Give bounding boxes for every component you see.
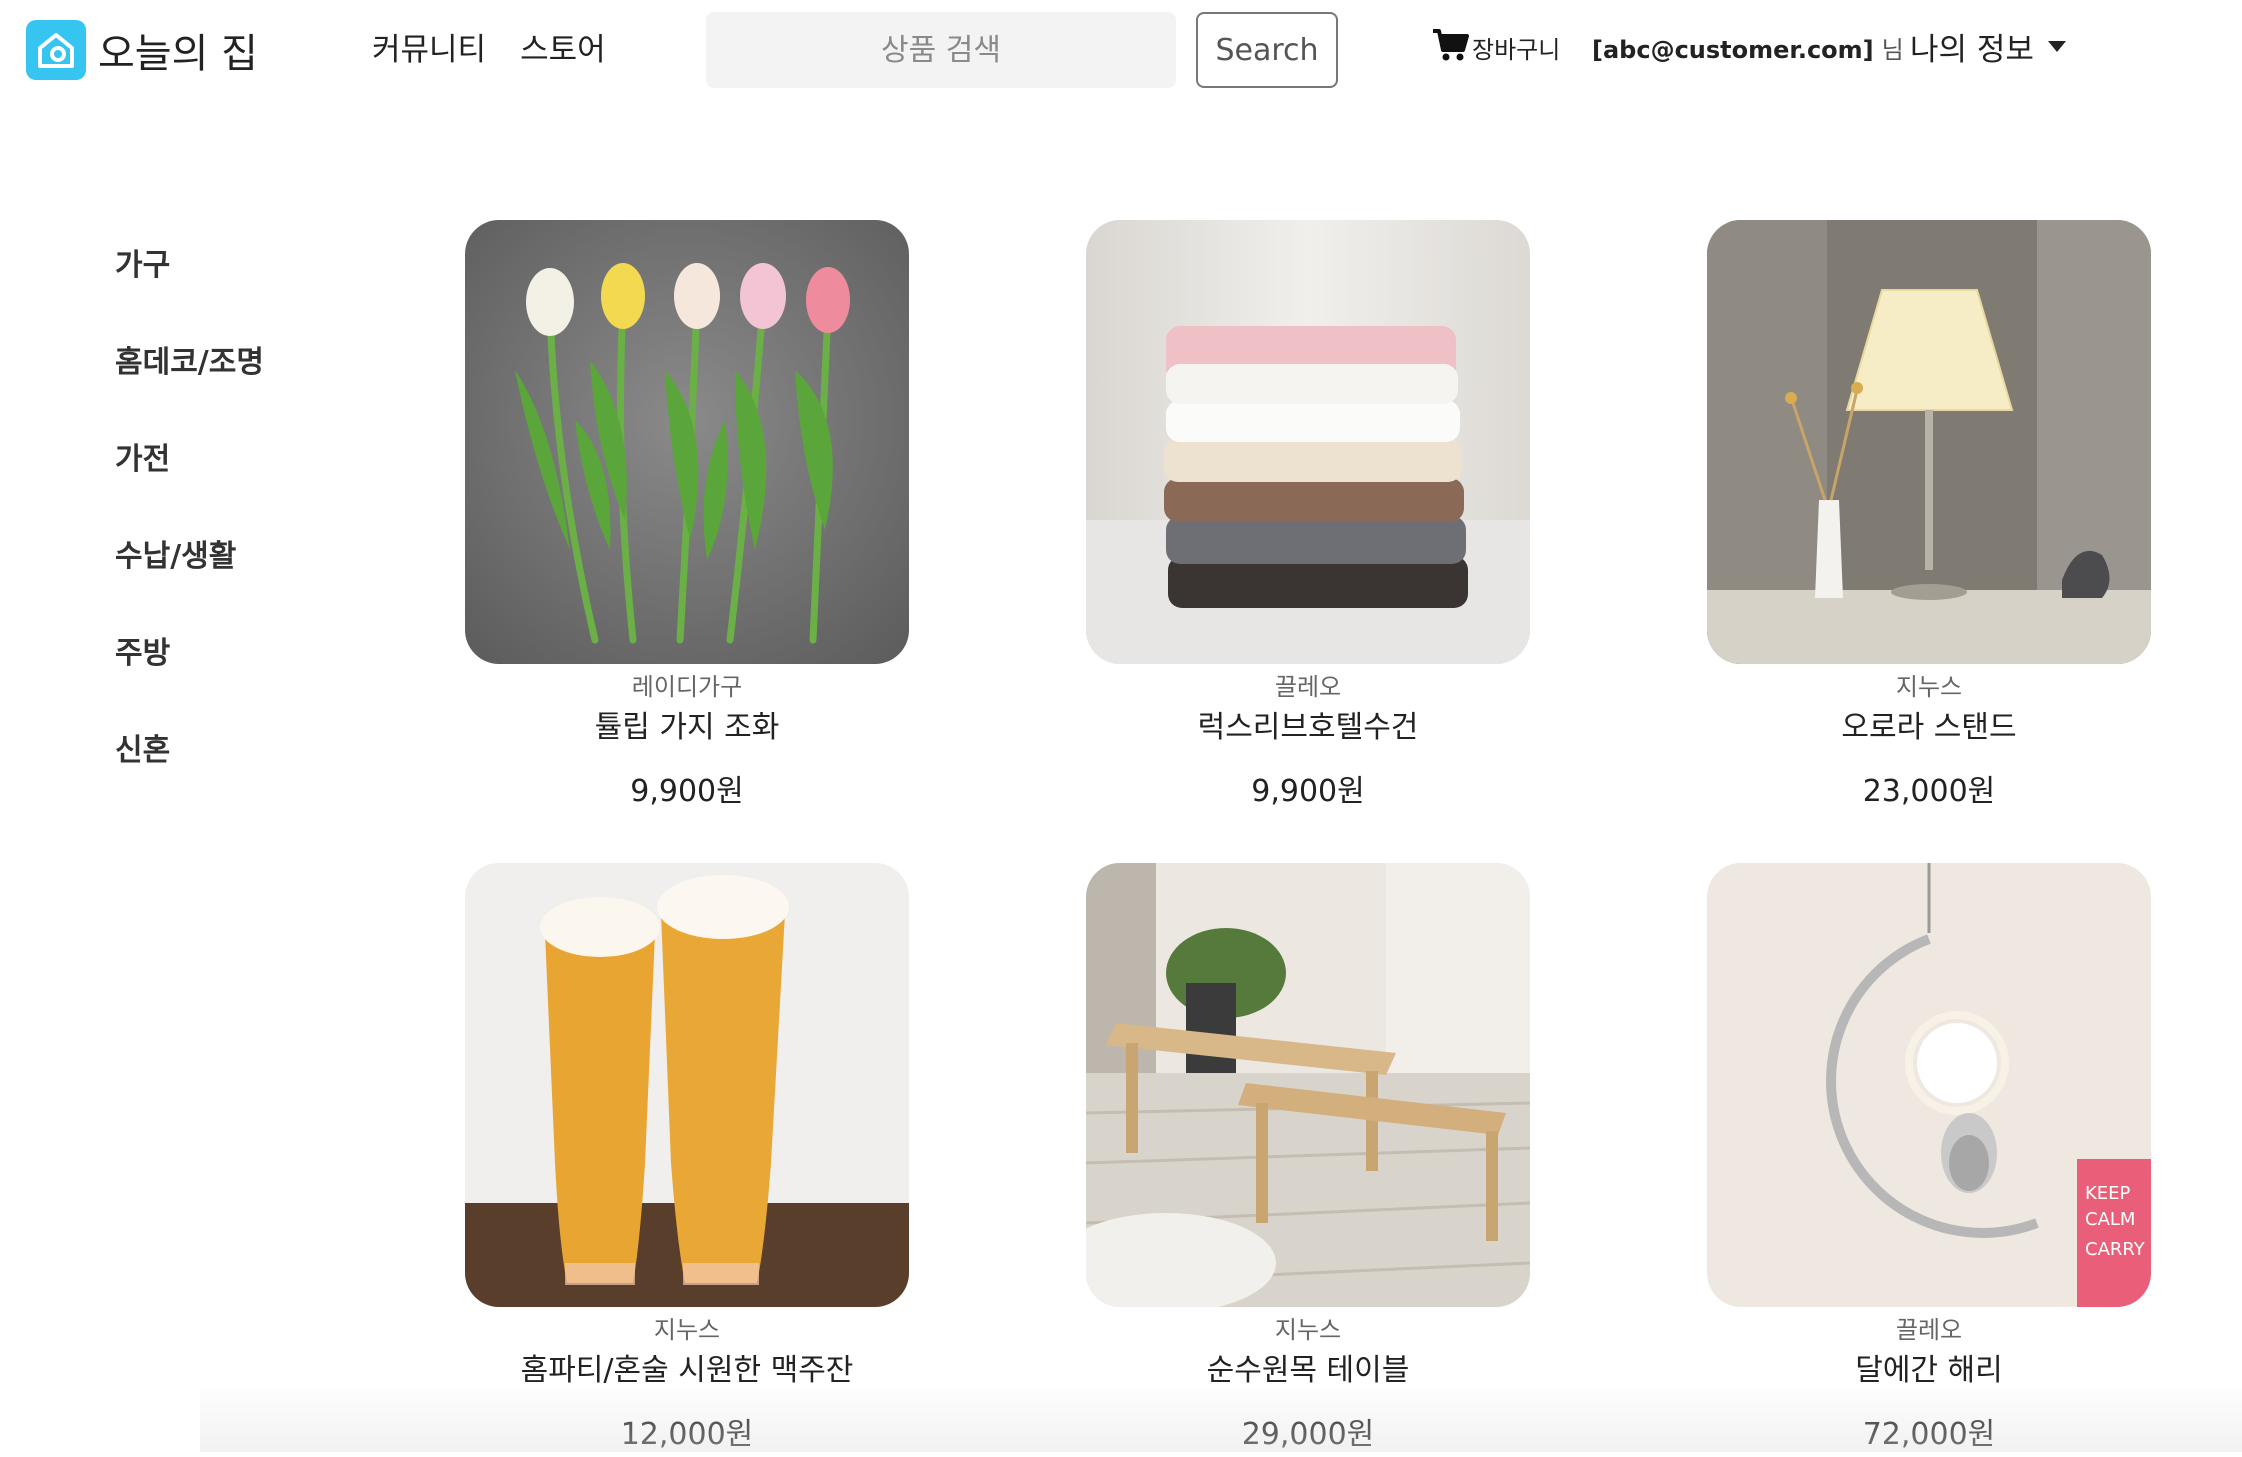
product-name: 오로라 스탠드 <box>1841 710 2017 745</box>
product-card[interactable]: 끌레오 럭스리브호텔수건 9,900원 <box>1086 220 1530 814</box>
top-header: 오늘의 집 커뮤니티 스토어 Search 장바구니 [abc@customer… <box>0 0 2242 100</box>
product-brand: 끌레오 <box>1895 1316 1963 1344</box>
product-price: 23,000원 <box>1862 774 1996 809</box>
product-name: 달에간 해리 <box>1855 1353 2003 1388</box>
product-brand: 레이디가구 <box>631 673 743 701</box>
nav-store[interactable]: 스토어 <box>520 24 606 69</box>
user-greeting: [abc@customer.com] 님 <box>1592 30 1904 65</box>
my-info-label: 나의 정보 <box>1910 32 2034 68</box>
product-price: 9,900원 <box>630 774 744 809</box>
category-newlywed[interactable]: 신혼 <box>115 725 264 822</box>
main-nav: 커뮤니티 스토어 <box>372 24 606 69</box>
tulip-product-image <box>465 220 909 664</box>
product-name: 럭스리브호텔수건 <box>1197 710 1419 745</box>
product-name: 순수원목 테이블 <box>1206 1353 1410 1388</box>
product-card[interactable]: 지누스 오로라 스탠드 23,000원 <box>1707 220 2151 814</box>
product-name: 튤립 가지 조화 <box>594 710 780 745</box>
product-price: 9,900원 <box>1251 774 1365 809</box>
product-name: 홈파티/혼술 시원한 맥주잔 <box>520 1353 854 1388</box>
product-card[interactable]: 지누스 홈파티/혼술 시원한 맥주잔 12,000원 <box>465 863 909 1457</box>
wood-table-product-image <box>1086 863 1530 1307</box>
my-info-dropdown[interactable]: 나의 정보 <box>1910 24 2066 69</box>
search-input[interactable] <box>706 12 1176 88</box>
logo-text: 오늘의 집 <box>98 31 258 77</box>
house-logo-icon <box>26 20 86 80</box>
svg-text:CARRY: CARRY <box>2085 1239 2146 1260</box>
caret-down-icon <box>2047 41 2066 52</box>
lamp-product-image <box>1707 220 2151 664</box>
shopping-cart-icon <box>1432 28 1470 66</box>
search-button[interactable]: Search <box>1196 12 1338 88</box>
user-email: [abc@customer.com] <box>1592 36 1874 64</box>
category-sidebar: 가구 홈데코/조명 가전 수납/생활 주방 신혼 <box>115 240 264 822</box>
logo[interactable]: 오늘의 집 <box>26 20 258 80</box>
category-furniture[interactable]: 가구 <box>115 240 264 337</box>
product-brand: 지누스 <box>653 1316 721 1344</box>
product-brand: 지누스 <box>1274 1316 1342 1344</box>
product-card[interactable]: 레이디가구 튤립 가지 조화 9,900원 <box>465 220 909 814</box>
svg-text:KEEP: KEEP <box>2085 1183 2131 1204</box>
product-price: 12,000원 <box>620 1417 754 1452</box>
moon-lamp-product-image: KEEP CALM CARRY <box>1707 863 2151 1307</box>
product-card[interactable]: 지누스 순수원목 테이블 29,000원 <box>1086 863 1530 1457</box>
product-brand: 끌레오 <box>1274 673 1342 701</box>
product-price: 72,000원 <box>1862 1417 1996 1452</box>
category-kitchen[interactable]: 주방 <box>115 628 264 725</box>
product-brand: 지누스 <box>1895 673 1963 701</box>
nav-community[interactable]: 커뮤니티 <box>372 24 486 69</box>
category-homedeco-lighting[interactable]: 홈데코/조명 <box>115 337 264 434</box>
cart-link[interactable]: 장바구니 <box>1432 28 1560 66</box>
product-price: 29,000원 <box>1241 1417 1375 1452</box>
cart-label: 장바구니 <box>1472 35 1561 64</box>
towel-product-image <box>1086 220 1530 664</box>
user-suffix: 님 <box>1881 36 1904 64</box>
svg-text:CALM: CALM <box>2085 1209 2135 1230</box>
category-storage-living[interactable]: 수납/생활 <box>115 531 264 628</box>
product-card[interactable]: KEEP CALM CARRY 끌레오 달에간 해리 72,000원 <box>1707 863 2151 1457</box>
category-appliances[interactable]: 가전 <box>115 434 264 531</box>
beer-glass-product-image <box>465 863 909 1307</box>
